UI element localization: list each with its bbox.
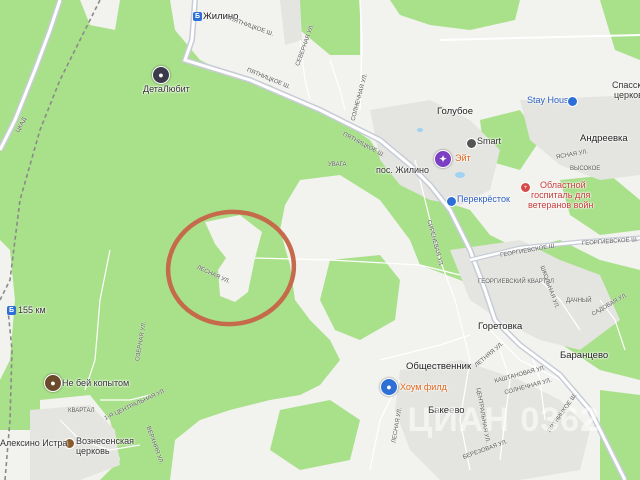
watermark: ЦИАН 0362 xyxy=(407,401,600,439)
label-eit[interactable]: Эйт xyxy=(455,153,471,164)
eit-pin-icon[interactable]: ✦ xyxy=(434,150,452,168)
houm-fild-pin-icon[interactable]: ● xyxy=(380,378,398,396)
label-dachny: ДАЧНЫЙ xyxy=(566,298,592,304)
perekrestok-icon[interactable] xyxy=(446,196,457,207)
label-smart[interactable]: Smart xyxy=(477,136,501,147)
label-detalyubit[interactable]: ДетаЛюбит xyxy=(143,84,190,95)
hotel-icon[interactable] xyxy=(567,96,578,107)
detalyubit-pin-icon[interactable]: ● xyxy=(152,66,170,84)
label-houm-fild[interactable]: Хоум филд xyxy=(400,382,447,393)
label-ne-bei[interactable]: Не бей копытом xyxy=(62,378,129,389)
label-goluboe: Голубое xyxy=(437,106,473,117)
label-andreevka: Андреевка xyxy=(580,133,628,144)
label-pos-zhilino: пос. Жилино xyxy=(376,165,429,175)
smart-icon[interactable] xyxy=(466,138,477,149)
label-hospital-3[interactable]: ветеранов войн xyxy=(528,200,593,211)
label-voznesenskaya-2[interactable]: церковь xyxy=(76,446,110,457)
label-kvartal: КВАРТАЛ xyxy=(68,408,95,414)
label-perekrestok[interactable]: Перекрёсток xyxy=(457,194,510,205)
label-uvaga: УВАГА xyxy=(328,162,347,168)
label-obshestvennik: Общественник xyxy=(406,361,472,372)
label-spasskaya-2: церков xyxy=(614,90,640,100)
rail-station-icon: Б xyxy=(193,12,203,21)
label-baranceevo: Баранцево xyxy=(560,350,609,361)
ne-bei-pin-icon[interactable]: ● xyxy=(44,374,62,392)
hospital-icon[interactable]: + xyxy=(520,182,531,193)
label-goretovka: Горетовка xyxy=(478,321,523,332)
rail-155-icon: Б xyxy=(7,306,17,315)
label-155km[interactable]: 155 км xyxy=(18,305,46,316)
label-alexino[interactable]: Алексино Истра xyxy=(0,438,67,449)
label-vysokoe: ВЫСОКОЕ xyxy=(570,166,601,172)
